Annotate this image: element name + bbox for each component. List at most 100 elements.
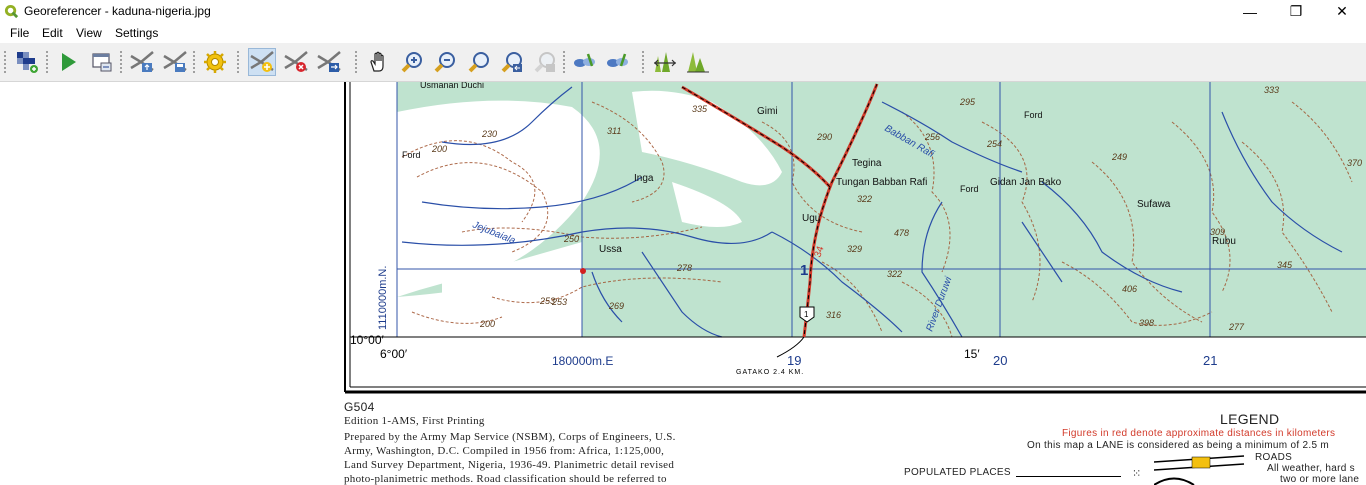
georeferencer-map-canvas[interactable]: Gimi Inga Tegina Tungan Babban Rafi Gida… xyxy=(342,82,1366,485)
spot-height: 250 xyxy=(563,234,579,244)
spot-height: 290 xyxy=(816,132,832,142)
legend-lane-note: On this map a LANE is considered as bein… xyxy=(1027,440,1330,451)
title-bar: Georeferencer - kaduna-nigeria.jpg — ❐ ✕ xyxy=(0,0,1366,23)
spot-height: 230 xyxy=(481,129,497,139)
minimize-button[interactable]: — xyxy=(1227,0,1273,23)
transformation-settings-icon xyxy=(204,51,226,73)
open-raster-button[interactable] xyxy=(13,48,41,76)
generate-gdal-script-button[interactable] xyxy=(88,48,116,76)
delete-point-button[interactable] xyxy=(282,48,310,76)
credit-line: Land Survey Department, Nigeria, 1936-49… xyxy=(344,459,675,471)
place-label: Gimi xyxy=(757,106,778,117)
place-label: Tungan Babban Rafi xyxy=(836,177,927,188)
spot-height: 333 xyxy=(1264,85,1279,95)
spot-height: 200 xyxy=(431,144,447,154)
scanned-map-raster: Gimi Inga Tegina Tungan Babban Rafi Gida… xyxy=(342,82,1366,485)
add-point-icon xyxy=(250,51,274,72)
legend-red-note: Figures in red denote approximate distan… xyxy=(1062,428,1336,439)
spot-height: 277 xyxy=(1228,322,1245,332)
move-gcp-point-button[interactable] xyxy=(315,48,343,76)
spot-height: 295 xyxy=(959,97,976,107)
legend-leader-line xyxy=(1016,476,1121,477)
link-georeferencer-to-qgis-button[interactable] xyxy=(571,48,599,76)
zoom-last-button[interactable] xyxy=(498,48,526,76)
add-point-button[interactable] xyxy=(248,48,276,76)
menu-edit[interactable]: Edit xyxy=(42,26,63,40)
window-title: Georeferencer - kaduna-nigeria.jpg xyxy=(24,4,211,18)
zoom-to-layer-button[interactable] xyxy=(465,48,493,76)
transformation-settings-button[interactable] xyxy=(201,48,229,76)
place-label: Usmanan Duchi xyxy=(420,82,484,90)
pan-icon xyxy=(370,51,384,72)
start-georeferencing-icon xyxy=(62,53,76,71)
menu-view[interactable]: View xyxy=(76,26,102,40)
qgis-logo-icon xyxy=(4,4,19,19)
close-button[interactable]: ✕ xyxy=(1319,0,1365,23)
spot-height: 345 xyxy=(1277,260,1293,270)
spot-height: 200 xyxy=(479,319,495,329)
zoom-out-icon xyxy=(434,52,455,73)
local-histogram-stretch-button[interactable] xyxy=(684,48,712,76)
spot-height: 335 xyxy=(692,104,708,114)
credit-line: photo-planimetric methods. Road classifi… xyxy=(344,473,667,485)
spot-height: 311 xyxy=(607,126,621,136)
gcp-point-marker[interactable] xyxy=(580,268,586,274)
easting-21-label: 21 xyxy=(1203,353,1217,368)
spot-height: 322 xyxy=(887,269,902,279)
toolbar-grip[interactable] xyxy=(4,51,9,73)
gcp-table-panel[interactable] xyxy=(0,82,342,485)
toolbar-grip[interactable] xyxy=(642,51,647,73)
spot-height: 249 xyxy=(1111,152,1127,162)
toolbar-grip[interactable] xyxy=(563,51,568,73)
load-gcp-points-button[interactable] xyxy=(128,48,156,76)
spot-height: 370 xyxy=(1347,158,1362,168)
legend-roads: ROADS xyxy=(1255,452,1293,463)
longitude-left-label: 6°00′ xyxy=(380,347,408,361)
link-qgis-to-georeferencer-icon xyxy=(607,53,628,67)
zoom-next-button[interactable] xyxy=(531,48,559,76)
place-label: Ford xyxy=(1024,110,1043,120)
latitude-label: 10°00′ xyxy=(350,333,384,347)
zoom-in-icon xyxy=(401,52,422,73)
maximize-button[interactable]: ❐ xyxy=(1273,0,1319,23)
sheet-number: G504 xyxy=(344,400,375,414)
pan-button[interactable] xyxy=(365,48,393,76)
move-gcp-point-icon xyxy=(317,51,341,72)
spot-height: 254 xyxy=(986,139,1002,149)
spot-height: 256 xyxy=(924,132,940,142)
zoom-last-icon xyxy=(501,52,522,73)
start-georeferencing-button[interactable] xyxy=(54,48,82,76)
place-label: Inga xyxy=(634,173,654,184)
save-gcp-points-icon xyxy=(163,51,187,72)
spot-height: 478 xyxy=(894,228,909,238)
gatako-label: GATAKO 2.4 KM. xyxy=(736,369,804,376)
spot-height: 269 xyxy=(608,301,624,311)
toolbar-grip[interactable] xyxy=(46,51,51,73)
place-label: Ussa xyxy=(599,244,622,255)
load-gcp-points-icon xyxy=(130,51,154,72)
generate-gdal-script-icon xyxy=(92,53,112,72)
place-label: Ford xyxy=(960,184,979,194)
spot-height: 406 xyxy=(1122,284,1137,294)
menu-file[interactable]: File xyxy=(10,26,29,40)
link-georeferencer-to-qgis-icon xyxy=(574,53,595,67)
menu-settings[interactable]: Settings xyxy=(115,26,158,40)
legend-two-lanes: two or more lane xyxy=(1280,474,1360,485)
zoom-out-button[interactable] xyxy=(431,48,459,76)
toolbar-grip[interactable] xyxy=(237,51,242,73)
spot-height: 278 xyxy=(676,263,692,273)
link-qgis-to-georeferencer-button[interactable] xyxy=(604,48,632,76)
grid-zone-label: 1 xyxy=(800,262,808,279)
zoom-in-button[interactable] xyxy=(398,48,426,76)
spot-height: 309 xyxy=(1210,227,1225,237)
toolbar-grip[interactable] xyxy=(355,51,360,73)
full-histogram-stretch-button[interactable] xyxy=(651,48,679,76)
save-gcp-points-button[interactable] xyxy=(161,48,189,76)
easting-20-label: 20 xyxy=(993,353,1007,368)
place-label: Sufawa xyxy=(1137,199,1171,210)
toolbar-grip[interactable] xyxy=(120,51,125,73)
spot-height: 316 xyxy=(826,310,841,320)
place-label: Gidan Jan Bako xyxy=(990,177,1062,188)
toolbar-grip[interactable] xyxy=(193,51,198,73)
legend-road-sample xyxy=(1154,455,1245,485)
